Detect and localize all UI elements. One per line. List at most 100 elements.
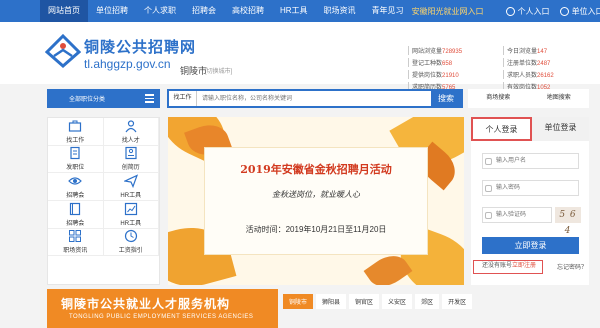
clock-icon xyxy=(124,230,137,243)
user-icon xyxy=(505,6,515,16)
personal-entry[interactable]: 个人入口 xyxy=(505,6,550,17)
quick-link-news[interactable]: 职场资讯 xyxy=(48,228,104,257)
quick-link-label: HR工具 xyxy=(120,193,142,200)
nav-job-fair[interactable]: 招聘会 xyxy=(184,0,224,22)
district-tab[interactable]: 郊区 xyxy=(415,294,440,309)
stat-item: 求职人员数26162 xyxy=(503,70,598,79)
site-logo[interactable] xyxy=(45,34,81,68)
quick-link-label: 工资指引 xyxy=(118,248,143,255)
quick-link-label: 发职位 xyxy=(66,165,85,172)
stat-item: 今日浏览量147 xyxy=(503,46,598,55)
site-name: 铜陵公共招聘网 xyxy=(84,39,197,56)
company-entry[interactable]: 单位入口 xyxy=(559,6,600,17)
sunshine-link[interactable]: 安徽阳光就业网入口 xyxy=(412,6,484,17)
person-icon xyxy=(125,120,137,133)
stat-item: 注册单位数2487 xyxy=(503,58,598,67)
search-input[interactable] xyxy=(197,91,431,106)
username-field[interactable] xyxy=(482,153,579,169)
search-mode-tabs: 商场搜索 地图搜索 xyxy=(468,89,589,108)
header: 铜陵公共招聘网 tl.ahggzp.gov.cn 铜陵市 [切换城市] 网站浏览… xyxy=(0,22,600,91)
building-icon xyxy=(559,6,569,16)
quick-link-create-resume[interactable]: 创简历 xyxy=(103,145,159,174)
page: 网站首页 单位招聘 个人求职 招聘会 高校招聘 HR工具 职场资讯 青年见习 安… xyxy=(0,0,600,328)
grid-icon xyxy=(69,230,82,243)
tab-business-search[interactable]: 商场搜索 xyxy=(468,89,529,108)
search-type-select[interactable]: 找工作 xyxy=(169,91,197,106)
nav-job-seek[interactable]: 个人求职 xyxy=(136,0,184,22)
tab-company-login[interactable]: 单位登录 xyxy=(532,117,589,141)
nav-hr-tools[interactable]: HR工具 xyxy=(272,0,316,22)
stat-item: 提供岗位数21910 xyxy=(408,70,503,79)
nav-home[interactable]: 网站首页 xyxy=(40,0,88,22)
district-tab[interactable]: 狮阳县 xyxy=(316,294,347,309)
promo-banner[interactable]: 2019年安徽省金秋招聘月活动 金秋送岗位，就业暖人心 活动时间：2019年10… xyxy=(168,117,464,285)
tab-map-search[interactable]: 地图搜索 xyxy=(529,89,590,108)
quick-link-post-job[interactable]: 发职位 xyxy=(48,145,104,174)
district-tab[interactable]: 义安区 xyxy=(382,294,413,309)
notebook-icon xyxy=(70,202,81,215)
quick-link-hr-tools[interactable]: HR工具 xyxy=(103,173,159,201)
stat-item: 登记工种数658 xyxy=(408,58,503,67)
document-icon xyxy=(70,147,80,160)
agency-subtitle: TONGLING PUBLIC EMPLOYMENT SERVICES AGEN… xyxy=(69,314,254,320)
chart-icon xyxy=(124,202,137,215)
quick-link-job-fair-2[interactable]: 招聘会 xyxy=(48,200,104,229)
banner-title: 2019年安徽省金秋招聘月活动 xyxy=(240,163,392,176)
nav-company-recruit[interactable]: 单位招聘 xyxy=(88,0,136,22)
forgot-password-link[interactable]: 忘记密码？ xyxy=(557,262,587,271)
quick-link-find-job[interactable]: 找工作 xyxy=(48,118,104,146)
nav-campus[interactable]: 高校招聘 xyxy=(224,0,272,22)
agency-title: 铜陵市公共就业人才服务机构 xyxy=(61,297,231,311)
captcha-field[interactable] xyxy=(482,207,552,223)
top-nav: 网站首页 单位招聘 个人求职 招聘会 高校招聘 HR工具 职场资讯 青年见习 安… xyxy=(0,0,600,22)
stat-item: 网站浏览量728935 xyxy=(408,46,503,55)
quick-link-find-talent[interactable]: 找人才 xyxy=(103,118,159,146)
district-tab[interactable]: 开发区 xyxy=(442,294,473,309)
district-tabs: 铜陵市 狮阳县 铜官区 义安区 郊区 开发区 xyxy=(283,294,475,309)
quick-link-label: 找人才 xyxy=(121,137,140,144)
category-label: 全部职位分类 xyxy=(69,97,106,103)
personal-entry-label: 个人入口 xyxy=(517,6,550,16)
nav-news[interactable]: 职场资讯 xyxy=(316,0,364,22)
register-prompt: 还没有账号立即注册 xyxy=(473,260,543,274)
search-button[interactable]: 搜索 xyxy=(431,91,461,106)
shield-icon xyxy=(485,212,492,219)
nav-youth[interactable]: 青年见习 xyxy=(364,0,412,22)
city-name: 铜陵市 xyxy=(180,66,208,76)
briefcase-icon xyxy=(69,120,82,132)
resume-icon xyxy=(125,147,137,160)
city-switch-link[interactable]: [切换城市] xyxy=(205,66,232,75)
login-tabs: 个人登录 单位登录 xyxy=(471,117,589,141)
district-tab[interactable]: 铜官区 xyxy=(349,294,380,309)
quick-links-grid: 找工作 找人才 发职位 创简历 招聘会 HR工具 招聘会 HR工具 职场资讯 工… xyxy=(47,117,160,285)
quick-link-label: 职场资讯 xyxy=(63,248,88,255)
captcha-image[interactable]: 5 6 4 xyxy=(555,207,581,236)
quick-link-label: 创简历 xyxy=(121,165,140,172)
login-panel: 个人登录 单位登录 5 6 4 立即登录 还没有账号立即注册 忘记密码？ xyxy=(471,117,589,285)
site-stats: 网站浏览量728935 今日浏览量147 登记工种数658 注册单位数2487 … xyxy=(408,46,598,91)
banner-slogan: 金秋送岗位，就业暖人心 xyxy=(272,190,360,199)
lock-icon xyxy=(485,185,492,192)
top-nav-right: 安徽阳光就业网入口 个人入口 单位入口 xyxy=(412,6,600,17)
company-entry-label: 单位入口 xyxy=(571,6,600,16)
hamburger-icon xyxy=(145,94,154,105)
quick-link-label: 招聘会 xyxy=(66,220,85,227)
quick-link-job-fair[interactable]: 招聘会 xyxy=(48,173,104,201)
paper-plane-icon xyxy=(123,174,138,189)
banner-time: 活动时间：2019年10月21日至11月20日 xyxy=(245,225,387,234)
user-icon xyxy=(485,158,492,165)
quick-link-label: 招聘会 xyxy=(66,193,85,200)
site-url: tl.ahggzp.gov.cn xyxy=(84,57,171,71)
quick-link-salary-guide[interactable]: 工资指引 xyxy=(103,228,159,257)
quick-link-hr-tools-2[interactable]: HR工具 xyxy=(103,200,159,229)
quick-link-label: 找工作 xyxy=(66,137,85,144)
tab-personal-login[interactable]: 个人登录 xyxy=(471,117,532,141)
district-tab[interactable]: 铜陵市 xyxy=(283,294,314,309)
password-field[interactable] xyxy=(482,180,579,196)
search-bar: 找工作 搜索 xyxy=(167,89,463,108)
login-button[interactable]: 立即登录 xyxy=(482,237,579,254)
quick-link-label: HR工具 xyxy=(120,220,142,227)
category-menu-button[interactable]: 全部职位分类 xyxy=(47,89,160,108)
register-link[interactable]: 立即注册 xyxy=(512,263,536,269)
eye-icon xyxy=(68,177,83,185)
